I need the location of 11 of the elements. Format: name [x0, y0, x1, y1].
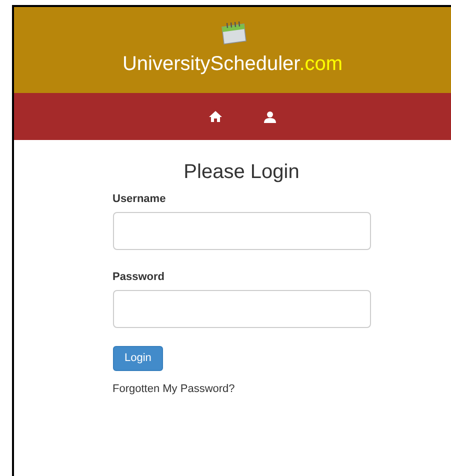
field-label: Password [112, 272, 166, 283]
user-icon[interactable] [264, 110, 276, 122]
forgot-password-link[interactable]: Forgotten My Password? [112, 380, 370, 398]
home-icon[interactable] [209, 111, 222, 122]
input-field[interactable] [112, 212, 370, 250]
site-name: UniversityScheduler [122, 53, 300, 75]
input-field[interactable] [112, 290, 370, 328]
page-title: Please Login [184, 162, 300, 182]
domain-suffix: .com [299, 53, 343, 75]
login-button[interactable]: Login [112, 346, 164, 371]
field-label: Username [112, 194, 167, 205]
